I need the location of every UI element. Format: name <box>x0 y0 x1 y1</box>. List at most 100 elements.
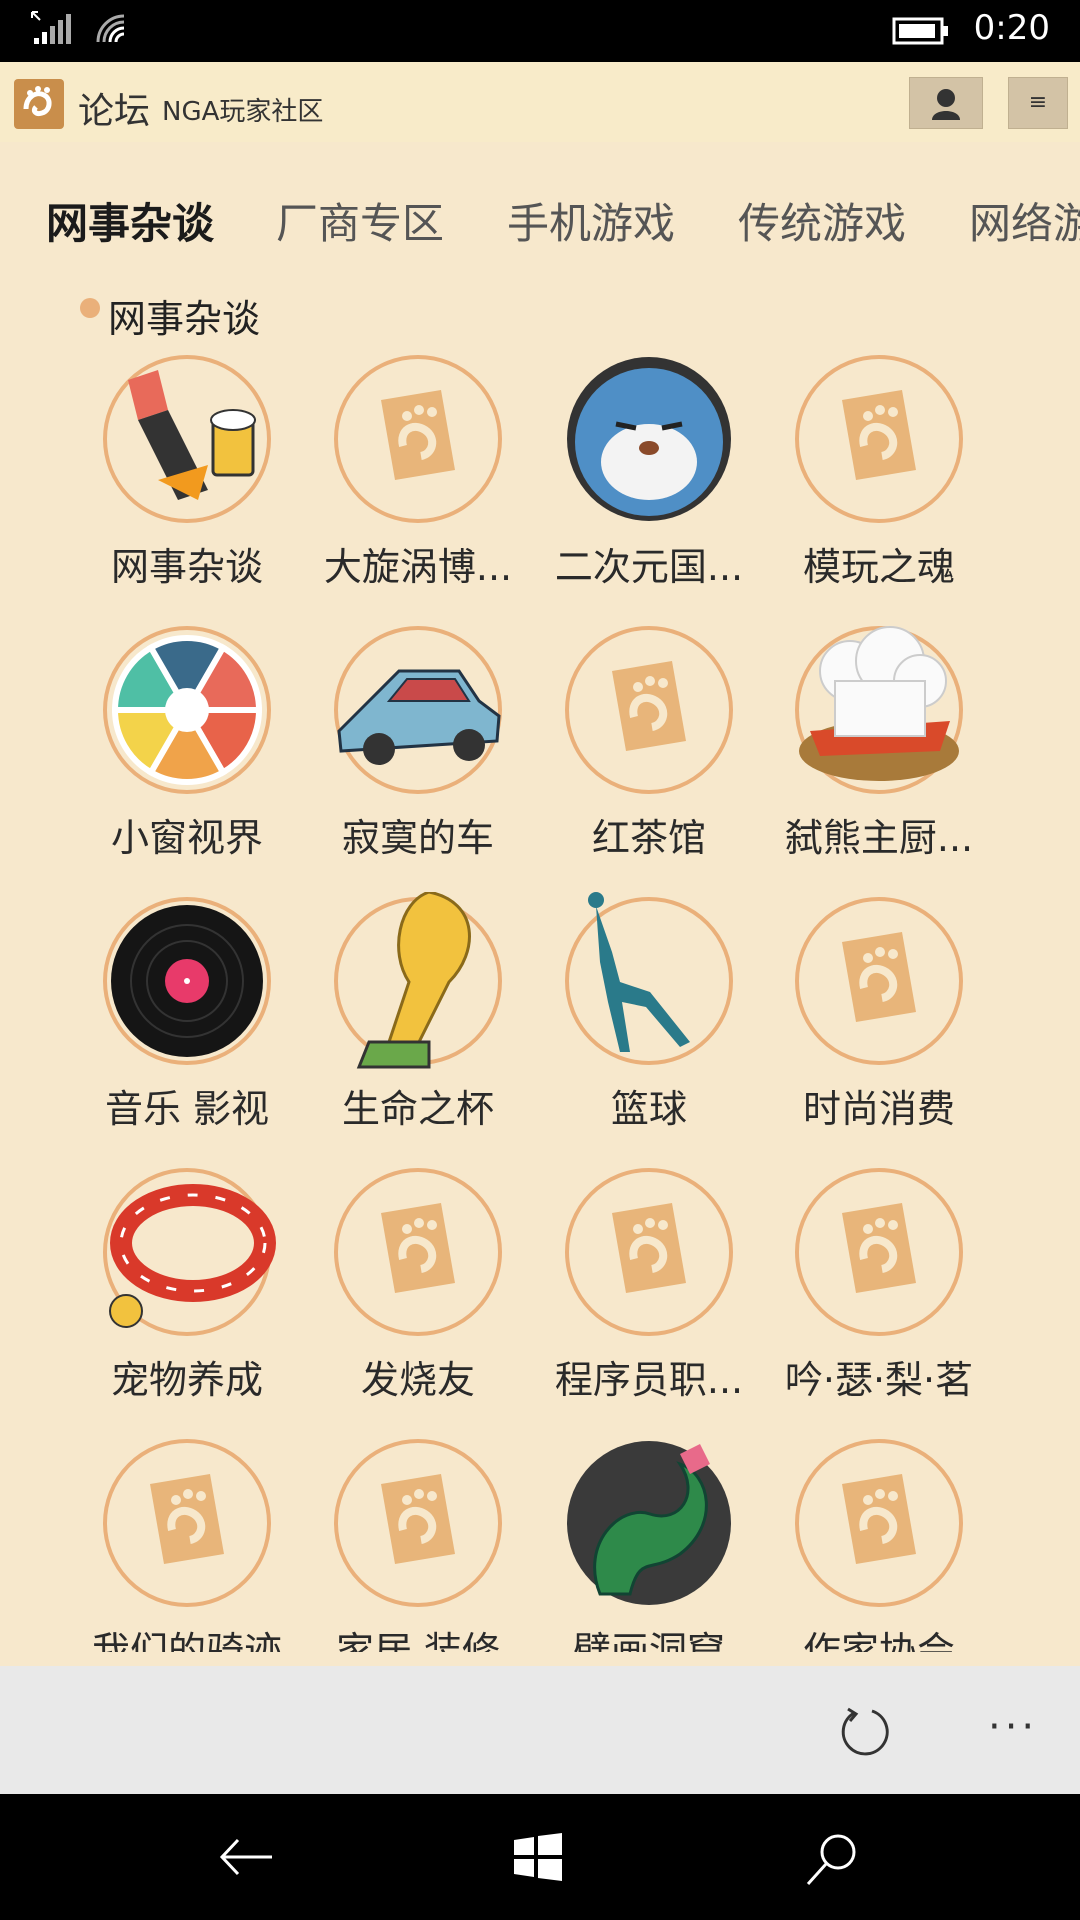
forum-icon-wrap <box>98 621 276 799</box>
forum-label: 发烧友 <box>360 1358 475 1402</box>
forum-icon-wrap <box>560 1163 738 1341</box>
forum-tile[interactable]: 二次元国... <box>534 340 764 610</box>
tab-wangshi[interactable]: 网事杂谈 <box>46 190 214 250</box>
forum-tile[interactable]: 我们的骑迹 <box>72 1424 302 1652</box>
forum-icon-wrap <box>790 1434 968 1612</box>
forum-tile[interactable]: 寂寞的车 <box>303 611 533 881</box>
forum-icon-wrap <box>790 621 968 799</box>
forum-icon-wrap <box>560 1434 738 1612</box>
status-bar: 0:20 <box>0 0 1080 62</box>
forum-icon-wrap <box>329 1163 507 1341</box>
forum-label: 音乐 影视 <box>104 1087 270 1131</box>
forum-tile[interactable]: 大旋涡博... <box>303 340 533 610</box>
app-bar: ··· <box>0 1666 1080 1794</box>
tab-shouji[interactable]: 手机游戏 <box>507 190 675 250</box>
forum-icon-wrap <box>790 892 968 1070</box>
app-header: 论坛 NGA玩家社区 ≡ <box>0 62 1080 142</box>
forum-label: 家居 装修 <box>335 1629 501 1652</box>
forum-tile[interactable]: 红茶馆 <box>534 611 764 881</box>
forum-label: 壁画洞窟 <box>572 1629 725 1652</box>
forum-icon-wrap <box>98 892 276 1070</box>
wifi-icon <box>96 14 125 43</box>
section-bullet-icon <box>80 298 100 318</box>
forum-tile[interactable]: 时尚消费 <box>764 882 994 1152</box>
beer-mug-hand-icon <box>103 355 271 523</box>
forum-label: 吟·瑟·梨·茗 <box>784 1358 974 1402</box>
forum-tile[interactable]: 吟·瑟·梨·茗 <box>764 1153 994 1423</box>
forum-label: 小窗视界 <box>110 816 263 860</box>
more-button[interactable]: ··· <box>988 1704 1038 1750</box>
user-button[interactable] <box>909 77 983 129</box>
forum-label: 模玩之魂 <box>802 545 955 589</box>
forum-label: 篮球 <box>610 1087 687 1131</box>
forum-tile[interactable]: 程序员职... <box>534 1153 764 1423</box>
forum-tile[interactable]: 网事杂谈 <box>72 340 302 610</box>
battery-icon <box>892 17 948 45</box>
forum-tile[interactable]: 弑熊主厨... <box>764 611 994 881</box>
forum-tile[interactable]: 模玩之魂 <box>764 340 994 610</box>
nga-paw-placeholder-icon <box>795 1168 963 1336</box>
forum-tile[interactable]: 家居 装修 <box>303 1424 533 1652</box>
nga-paw-placeholder-icon <box>334 355 502 523</box>
forum-label: 二次元国... <box>554 545 744 589</box>
forum-tile[interactable]: 发烧友 <box>303 1153 533 1423</box>
forum-tile[interactable]: 音乐 影视 <box>72 882 302 1152</box>
world-cup-trophy-icon <box>334 890 502 1069</box>
forum-label: 网事杂谈 <box>110 545 263 589</box>
forum-icon-wrap <box>329 890 507 1070</box>
clock: 0:20 <box>973 8 1050 48</box>
nga-logo-icon <box>14 79 64 129</box>
nga-paw-placeholder-icon <box>795 897 963 1065</box>
tab-chuantong[interactable]: 传统游戏 <box>738 190 906 250</box>
forum-tile[interactable]: 作家协会 <box>764 1424 994 1652</box>
forum-tile[interactable]: 壁画洞窟 <box>534 1424 764 1652</box>
vinyl-record-icon <box>103 897 271 1065</box>
category-tabs: 网事杂谈 厂商专区 手机游戏 传统游戏 网络游 <box>0 190 1080 250</box>
windows-start-icon[interactable] <box>512 1832 564 1882</box>
forum-tile[interactable]: 小窗视界 <box>72 611 302 881</box>
forum-icon-wrap <box>98 1434 276 1612</box>
forum-icon-wrap <box>98 350 276 528</box>
nga-paw-placeholder-icon <box>565 1168 733 1336</box>
green-dragon-icon <box>567 1441 731 1605</box>
navigation-bar <box>0 1794 1080 1920</box>
forum-icon-wrap <box>98 1163 276 1341</box>
forum-tile[interactable]: 生命之杯 <box>303 882 533 1152</box>
section-title: 网事杂谈 <box>108 297 261 341</box>
user-avatar-icon <box>932 89 960 120</box>
forum-grid: 网事杂谈 大旋涡博... 二次元国... 模玩之魂小窗视界 寂寞的车 红茶馆 弑熊主厨...… <box>0 340 1080 1652</box>
forum-label: 作家协会 <box>802 1629 955 1652</box>
back-arrow-icon[interactable] <box>216 1832 276 1882</box>
forum-icon-wrap <box>329 1434 507 1612</box>
blue-car-icon <box>334 626 502 794</box>
nga-paw-placeholder-icon <box>334 1168 502 1336</box>
tab-wangluo[interactable]: 网络游 <box>969 190 1080 250</box>
menu-button[interactable]: ≡ <box>1008 77 1068 129</box>
signal-strength-icon <box>31 11 71 44</box>
nga-paw-placeholder-icon <box>795 355 963 523</box>
forum-label: 弑熊主厨... <box>784 816 974 860</box>
forum-label: 宠物养成 <box>110 1358 263 1402</box>
camera-aperture-icon <box>103 626 271 794</box>
refresh-icon[interactable] <box>836 1703 892 1759</box>
forum-icon-wrap <box>560 892 738 1070</box>
forum-label: 我们的骑迹 <box>91 1629 282 1652</box>
pet-collar-icon <box>103 1168 276 1336</box>
nga-paw-placeholder-icon <box>795 1439 963 1607</box>
page-title: 论坛 <box>78 91 151 132</box>
tab-changshang[interactable]: 厂商专区 <box>276 190 444 250</box>
forum-label: 红茶馆 <box>591 816 706 860</box>
chef-hat-icon <box>795 626 963 794</box>
forum-icon-wrap <box>560 621 738 799</box>
forum-label: 时尚消费 <box>802 1087 955 1131</box>
nga-paw-placeholder-icon <box>103 1439 271 1607</box>
forum-tile[interactable]: 篮球 <box>534 882 764 1152</box>
forum-icon-wrap <box>560 350 738 528</box>
forum-icon-wrap <box>790 350 968 528</box>
forum-tile[interactable]: 宠物养成 <box>72 1153 302 1423</box>
forum-label: 生命之杯 <box>341 1087 494 1131</box>
basketball-dunk-silhouette-icon <box>565 892 733 1065</box>
forum-icon-wrap <box>329 621 507 799</box>
nga-paw-placeholder-icon <box>334 1439 502 1607</box>
search-icon[interactable] <box>804 1832 860 1888</box>
